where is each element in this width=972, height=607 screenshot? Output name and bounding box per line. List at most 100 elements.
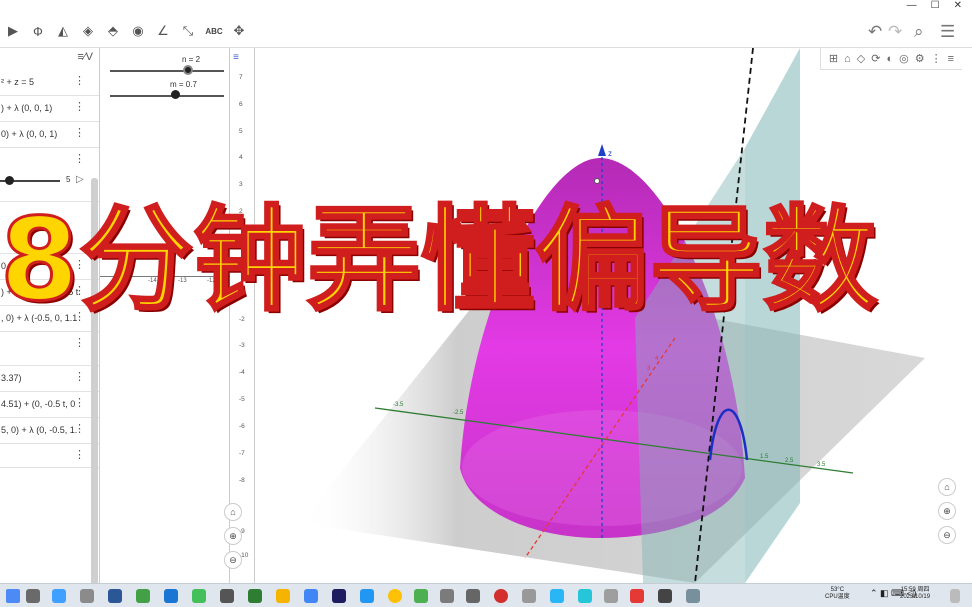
point-icon[interactable]: ▶ bbox=[2, 20, 24, 42]
y-tick-label: -6 bbox=[239, 423, 245, 430]
slider-n-knob[interactable] bbox=[183, 65, 193, 75]
axes-toggle-icon[interactable]: ⊞ bbox=[829, 52, 838, 65]
row-menu-icon[interactable]: ⋮ bbox=[74, 422, 85, 435]
notification-icon[interactable] bbox=[950, 589, 960, 603]
maximize-button[interactable]: ☐ bbox=[931, 0, 940, 14]
row-menu-icon[interactable]: ⋮ bbox=[74, 370, 85, 383]
zoom-out-button-3d[interactable]: ⊖ bbox=[938, 526, 956, 544]
wps-icon[interactable] bbox=[630, 589, 644, 603]
style-bar-icon[interactable]: ≡ bbox=[233, 52, 239, 63]
home-view-button-3d[interactable]: ⌂ bbox=[938, 478, 956, 496]
menu-icon[interactable]: ☰ bbox=[940, 22, 955, 42]
x-tick-label: 1.5 bbox=[760, 454, 769, 460]
record-icon[interactable] bbox=[494, 589, 508, 603]
reflect-icon[interactable]: ⤡ bbox=[177, 20, 199, 42]
premiere-icon[interactable] bbox=[332, 589, 346, 603]
row-slider-knob[interactable] bbox=[5, 176, 14, 185]
clock-date: 2023/10/19 bbox=[900, 594, 931, 600]
chrome-icon[interactable] bbox=[304, 589, 318, 603]
row-slider-value: 5 bbox=[66, 175, 71, 184]
slider-m-knob[interactable] bbox=[171, 90, 180, 99]
app-icon[interactable] bbox=[414, 589, 428, 603]
3d-style-bar: ⊞ ⌂ ◇ ⟳ ◐ ◎ ⚙ ⋮ ≡ bbox=[819, 48, 962, 70]
app-icon[interactable] bbox=[522, 589, 536, 603]
app-icon[interactable] bbox=[80, 589, 94, 603]
app-icon[interactable] bbox=[52, 589, 66, 603]
app-icon[interactable] bbox=[604, 589, 618, 603]
search-icon[interactable]: ⌕ bbox=[914, 22, 924, 42]
minimize-button[interactable]: — bbox=[907, 0, 917, 14]
slider-n-track[interactable] bbox=[110, 70, 224, 72]
x-tick-label: -3.5 bbox=[393, 402, 404, 408]
angle-icon[interactable]: ∠ bbox=[152, 20, 174, 42]
start-icon[interactable] bbox=[6, 589, 20, 603]
app-icon[interactable] bbox=[276, 589, 290, 603]
net-icon[interactable]: ◈ bbox=[77, 20, 99, 42]
algebra-row[interactable]: 3.37) ⋮ bbox=[0, 366, 99, 392]
app-icon[interactable] bbox=[550, 589, 564, 603]
algebra-row[interactable]: ² + z = 5 ⋮ bbox=[0, 70, 99, 96]
app-icon[interactable] bbox=[136, 589, 150, 603]
style-toggle-icon[interactable]: ≡ bbox=[948, 53, 954, 65]
algebra-row[interactable]: 0) + λ (0, 0, 1) ⋮ bbox=[0, 122, 99, 148]
app-icon[interactable] bbox=[578, 589, 592, 603]
cursor-icon bbox=[594, 178, 600, 184]
app-icon[interactable] bbox=[388, 589, 402, 603]
sphere-icon[interactable]: ◉ bbox=[127, 20, 149, 42]
y-tick-label: 4 bbox=[239, 154, 243, 161]
zoom-in-button-3d[interactable]: ⊕ bbox=[938, 502, 956, 520]
algebra-header: ≡⁄V bbox=[0, 48, 99, 70]
clock[interactable]: 15:59 周四 2023/10/19 bbox=[900, 587, 930, 601]
text-icon[interactable]: ABC bbox=[203, 20, 225, 42]
y-tick-label: -5 bbox=[239, 396, 245, 403]
slider-m-track[interactable] bbox=[110, 95, 224, 97]
close-button[interactable]: ✕ bbox=[954, 0, 962, 14]
y-tick-label: 5 bbox=[239, 128, 243, 135]
pyramid-icon[interactable]: ◭ bbox=[52, 20, 74, 42]
row-menu-icon[interactable]: ⋮ bbox=[74, 126, 85, 139]
row-menu-icon[interactable]: ⋮ bbox=[74, 74, 85, 87]
clock-time: 15:59 周四 bbox=[900, 587, 930, 593]
app-icon[interactable] bbox=[466, 589, 480, 603]
app-icon[interactable] bbox=[440, 589, 454, 603]
cube-view-icon[interactable]: ◇ bbox=[857, 52, 865, 65]
app-icon[interactable] bbox=[360, 589, 374, 603]
slider-n-label: n = 2 bbox=[182, 55, 201, 64]
move-view-icon[interactable]: ✥ bbox=[228, 20, 250, 42]
algebra-row[interactable]: ) + λ (0, 0, 1) ⋮ bbox=[0, 96, 99, 122]
eye-icon[interactable]: ◎ bbox=[899, 52, 909, 65]
row-menu-icon[interactable]: ⋮ bbox=[74, 396, 85, 409]
settings-icon[interactable]: ⚙ bbox=[915, 52, 925, 65]
algebra-row-text: 4.51) + (0, -0.5 t, 0 bbox=[1, 399, 76, 409]
algebra-sort-icon[interactable]: ≡⁄V bbox=[77, 51, 93, 63]
zoom-in-button[interactable]: ⊕ bbox=[224, 527, 242, 545]
row-menu-icon[interactable]: ⋮ bbox=[74, 448, 85, 461]
zoom-out-button[interactable]: ⊖ bbox=[224, 551, 242, 569]
row-menu-icon[interactable]: ⋮ bbox=[74, 100, 85, 113]
search-taskbar-icon[interactable] bbox=[26, 589, 40, 603]
app-icon[interactable] bbox=[248, 589, 262, 603]
more-icon[interactable]: ⋮ bbox=[931, 52, 942, 65]
home-view-button[interactable]: ⌂ bbox=[224, 503, 242, 521]
geogebra-icon[interactable] bbox=[658, 589, 672, 603]
wechat-icon[interactable] bbox=[192, 589, 206, 603]
undo-icon[interactable]: ↶ bbox=[868, 22, 882, 42]
rotate-icon[interactable]: ⟳ bbox=[871, 52, 880, 65]
home-icon[interactable]: ⌂ bbox=[844, 53, 851, 65]
app-icon[interactable] bbox=[220, 589, 234, 603]
algebra-row[interactable]: 5, 0) + λ (0, -0.5, 1. ⋮ bbox=[0, 418, 99, 444]
app-icon[interactable] bbox=[164, 589, 178, 603]
prism-icon[interactable]: ⬘ bbox=[102, 20, 124, 42]
algebra-row[interactable]: ⋮ bbox=[0, 332, 99, 366]
redo-icon[interactable]: ↷ bbox=[888, 22, 902, 42]
algebra-row[interactable]: ⋮ bbox=[0, 444, 99, 468]
y-tick-label: -7 bbox=[239, 450, 245, 457]
app-icon[interactable] bbox=[686, 589, 700, 603]
algebra-row[interactable]: 4.51) + (0, -0.5 t, 0 ⋮ bbox=[0, 392, 99, 418]
row-menu-icon[interactable]: ⋮ bbox=[74, 336, 85, 349]
app-icon[interactable] bbox=[108, 589, 122, 603]
row-menu-icon[interactable]: ⋮ bbox=[74, 152, 85, 165]
play-icon[interactable]: ▷ bbox=[76, 174, 84, 185]
projection-icon[interactable]: ◐ bbox=[886, 53, 893, 65]
circle-icon[interactable]: Ф bbox=[27, 20, 49, 42]
